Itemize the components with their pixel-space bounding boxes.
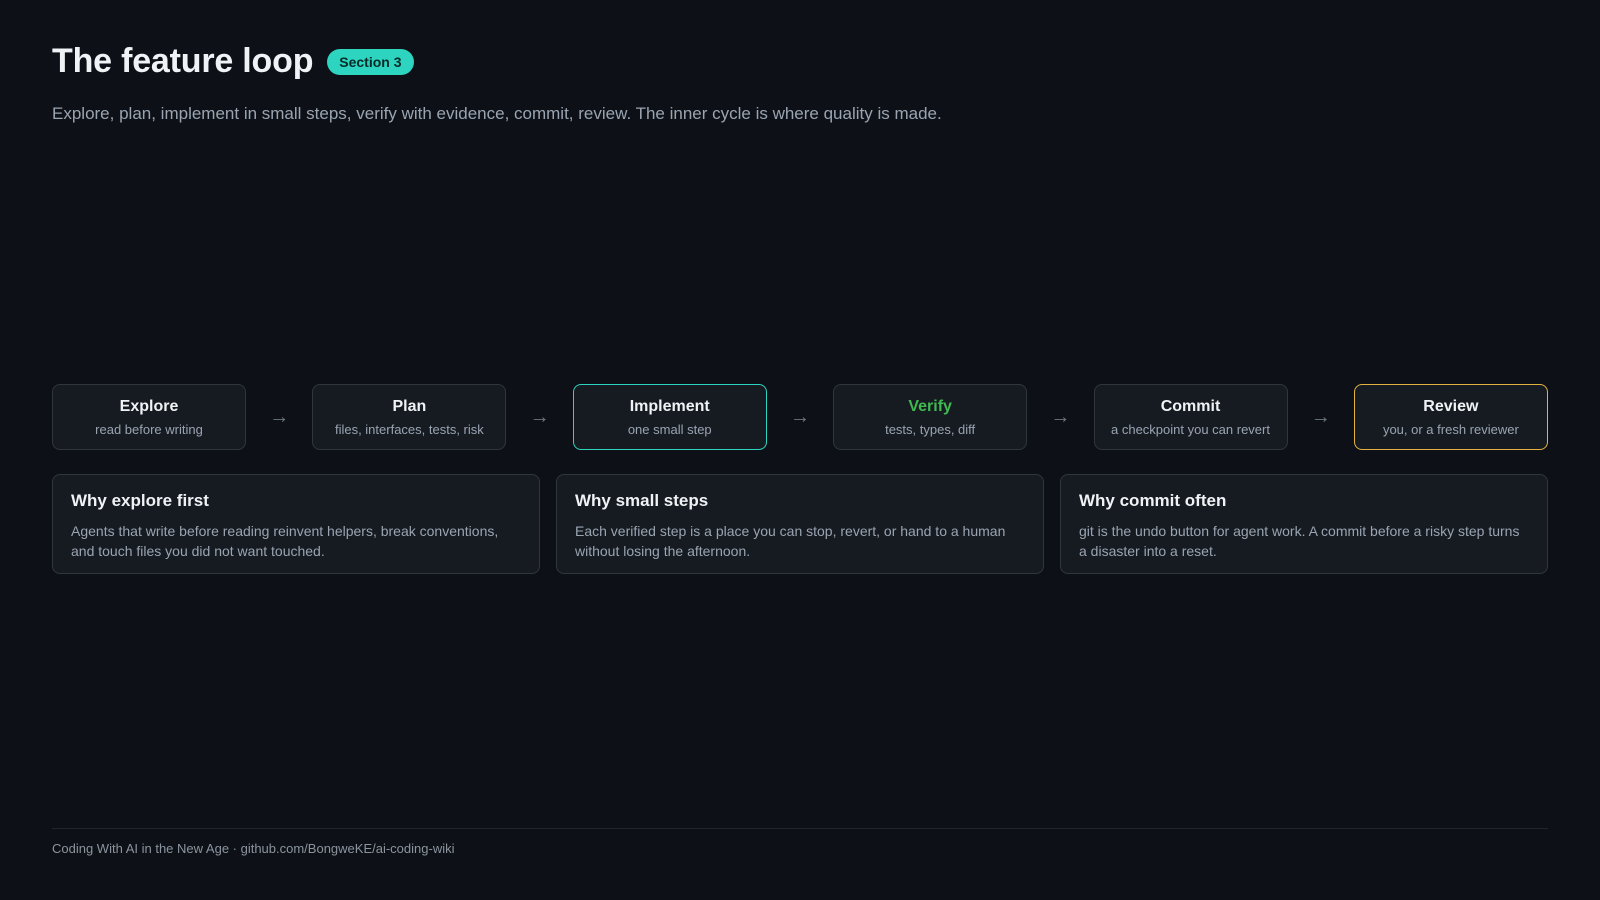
- right-arrow-icon: →: [269, 405, 290, 428]
- step-commit: Commit a checkpoint you can revert: [1093, 384, 1288, 450]
- card-text: Agents that write before reading reinven…: [71, 523, 499, 559]
- step-name: Plan: [392, 397, 427, 415]
- footer-text: Coding With AI in the New Age · github.c…: [52, 841, 455, 856]
- section-badge: Section 3: [327, 48, 414, 75]
- card-title: Why explore first: [71, 491, 209, 510]
- footer-divider: [52, 828, 1548, 829]
- page-title: The feature loop: [52, 42, 314, 80]
- feature-loop-flow: Explore read before writing → Plan files…: [52, 384, 1548, 450]
- card-title: Why small steps: [575, 491, 709, 510]
- page-subtitle: Explore, plan, implement in small steps,…: [52, 104, 942, 123]
- step-name: Implement: [629, 397, 710, 415]
- step-plan: Plan files, interfaces, tests, risk: [312, 384, 507, 450]
- header: The feature loop Section 3: [52, 42, 414, 81]
- step-name: Review: [1423, 397, 1479, 415]
- right-arrow-icon: →: [1050, 405, 1071, 428]
- step-description: files, interfaces, tests, risk: [334, 421, 484, 437]
- card-commit: Why commit often git is the undo button …: [1060, 474, 1548, 574]
- step-description: you, or a fresh reviewer: [1382, 421, 1519, 437]
- step-name: Verify: [908, 397, 952, 415]
- card-text: git is the undo button for agent work. A…: [1079, 523, 1520, 559]
- step-description: read before writing: [95, 421, 203, 437]
- right-arrow-icon: →: [789, 405, 810, 428]
- card-text: Each verified step is a place you can st…: [575, 523, 1006, 559]
- step-explore: Explore read before writing: [52, 384, 246, 450]
- step-description: a checkpoint you can revert: [1111, 421, 1270, 437]
- step-implement: Implement one small step: [572, 384, 767, 450]
- step-description: tests, types, diff: [885, 421, 976, 437]
- step-name: Explore: [119, 397, 179, 415]
- step-review: Review you, or a fresh reviewer: [1353, 384, 1548, 450]
- step-description: one small step: [627, 421, 712, 437]
- right-arrow-icon: →: [529, 405, 550, 428]
- right-arrow-icon: →: [1310, 405, 1331, 428]
- card-explore: Why explore first Agents that write befo…: [52, 474, 540, 574]
- step-name: Commit: [1160, 397, 1221, 415]
- card-title: Why commit often: [1079, 491, 1227, 510]
- card-small-steps: Why small steps Each verified step is a …: [556, 474, 1044, 574]
- explanation-cards: Why explore first Agents that write befo…: [52, 474, 1548, 574]
- step-verify: Verify tests, types, diff: [833, 384, 1028, 450]
